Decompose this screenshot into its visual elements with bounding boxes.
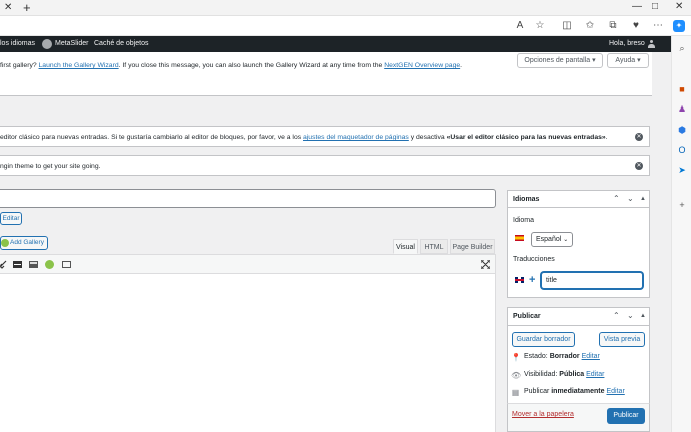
spain-flag-icon [515,235,524,241]
edit-date-link[interactable]: Editar [606,388,624,395]
dismiss-icon[interactable]: ✕ [635,133,643,141]
adminbar-item-metaslider[interactable]: MetaSlider [55,40,88,47]
adminbar-item-object-cache[interactable]: Caché de objetos [94,40,148,47]
visibility-row: 👁 Visibilidad: Pública Editar [511,371,605,380]
wp-admin-bar: los idiomas MetaSlider Caché de objetos … [0,36,671,52]
theme-notice: ngin theme to get your site going. ✕ [0,155,650,176]
split-screen-icon[interactable]: ◫ [560,20,574,31]
translation-title-input[interactable]: title [541,272,643,289]
move-to-trash-link[interactable]: Mover a la papelera [512,411,574,418]
move-up-icon[interactable]: ⌃ [613,194,620,203]
tab-close-icon[interactable]: ✕ [4,2,12,13]
tab-visual[interactable]: Visual [393,239,418,254]
language-label: Idioma [513,217,535,224]
classic-editor-notice: editor clásico para nuevas entradas. Si … [0,126,650,147]
screen-options-button[interactable]: Opciones de pantalla ▾ [517,53,603,68]
maximize-button[interactable]: □ [652,1,658,12]
chevron-down-icon: ⌄ [563,237,569,243]
add-icon[interactable]: + [676,199,688,211]
games-icon[interactable]: ⬢ [676,124,688,136]
tab-html[interactable]: HTML [420,239,448,254]
page-builder-settings-link[interactable]: ajustes del maquetador de páginas [303,134,409,141]
publish-metabox-title: Publicar [513,313,541,320]
help-button[interactable]: Ayuda ▾ [607,53,649,68]
move-down-icon[interactable]: ⌄ [627,194,634,203]
search-icon[interactable]: ⌕ [676,42,688,54]
publish-metabox-header: Publicar ⌃ ⌄ ▲ [508,308,649,326]
outlook-icon[interactable]: O [676,144,688,156]
languages-metabox-title: Idiomas [513,196,540,203]
classic-editor-notice-text: editor clásico para nuevas entradas. Si … [0,134,608,141]
edit-visibility-link[interactable]: Editar [586,371,604,378]
nextgen-icon [1,239,9,247]
gallery-notice-text: first gallery? Launch the Gallery Wizard… [0,62,463,69]
translations-label: Traducciones [513,256,555,263]
favorite-star-icon[interactable]: ☆ [533,20,547,31]
extensions-icon[interactable]: ♥ [629,20,643,31]
add-translation-icon[interactable]: + [529,274,535,286]
collapse-icon[interactable]: ▲ [640,196,646,202]
move-up-icon[interactable]: ⌃ [613,311,620,320]
shopping-icon[interactable]: ■ [676,83,688,95]
link-icon[interactable] [0,260,9,269]
user-avatar-icon[interactable] [648,40,655,48]
post-status-row: 📍 Estado: Borrador Editar [511,353,600,362]
nextgen-gallery-icon[interactable] [45,260,54,269]
toolbar-toggle-icon[interactable] [29,260,38,269]
edit-slug-button[interactable]: Editar [0,212,22,225]
adminbar-greeting[interactable]: Hola, breso [609,40,645,47]
post-title-input[interactable] [0,189,496,208]
uk-flag-icon [515,277,524,283]
eye-icon: 👁 [511,371,522,380]
theme-notice-text: ngin theme to get your site going. [0,163,101,170]
collapse-icon[interactable]: ▲ [640,313,646,319]
close-window-button[interactable]: ✕ [675,1,683,12]
adminbar-item-languages[interactable]: los idiomas [0,40,35,47]
browser-toolbar: A ☆ ◫ ✩ ⧉ ♥ ⋯ ✦ [0,16,691,36]
edit-status-link[interactable]: Editar [582,353,600,360]
dismiss-icon[interactable]: ✕ [635,162,643,170]
languages-metabox-header: Idiomas ⌃ ⌄ ▲ [508,191,649,208]
editor-toolbar [0,254,496,274]
read-aloud-icon[interactable]: A [513,20,527,31]
tab-page-builder[interactable]: Page Builder [450,239,495,254]
preview-button[interactable]: Vista previa [599,332,645,347]
fullscreen-icon[interactable] [481,260,490,269]
save-draft-button[interactable]: Guardar borrador [512,332,575,347]
calendar-icon: ▦ [511,388,520,397]
collections-icon[interactable]: ⧉ [606,20,620,31]
minimize-button[interactable]: — [632,1,642,12]
browser-side-panel: ⌕ ■ ♟ ⬢ O ➤ + [671,36,691,432]
favorites-icon[interactable]: ✩ [583,20,597,31]
send-icon[interactable]: ➤ [676,164,688,176]
publish-button[interactable]: Publicar [607,408,645,424]
insert-media-icon[interactable] [62,260,71,269]
launch-gallery-wizard-link[interactable]: Launch the Gallery Wizard [39,62,119,69]
nextgen-overview-link[interactable]: NextGEN Overview page [384,62,460,69]
publish-date-row: ▦ Publicar inmediatamente Editar [511,388,625,397]
move-down-icon[interactable]: ⌄ [627,311,634,320]
add-gallery-button[interactable]: Add Gallery [0,236,48,250]
metaslider-logo-icon [42,39,52,49]
browser-tab-bar: ✕ + — □ ✕ [0,0,691,16]
horizontal-line-icon[interactable] [13,260,22,269]
tools-icon[interactable]: ♟ [676,103,688,115]
pin-icon: 📍 [511,353,521,362]
more-icon[interactable]: ⋯ [651,20,665,31]
copilot-icon[interactable]: ✦ [673,20,685,32]
new-tab-button[interactable]: + [23,0,31,15]
editor-content-area[interactable] [0,274,496,432]
language-select[interactable]: Español ⌄ [531,232,573,247]
